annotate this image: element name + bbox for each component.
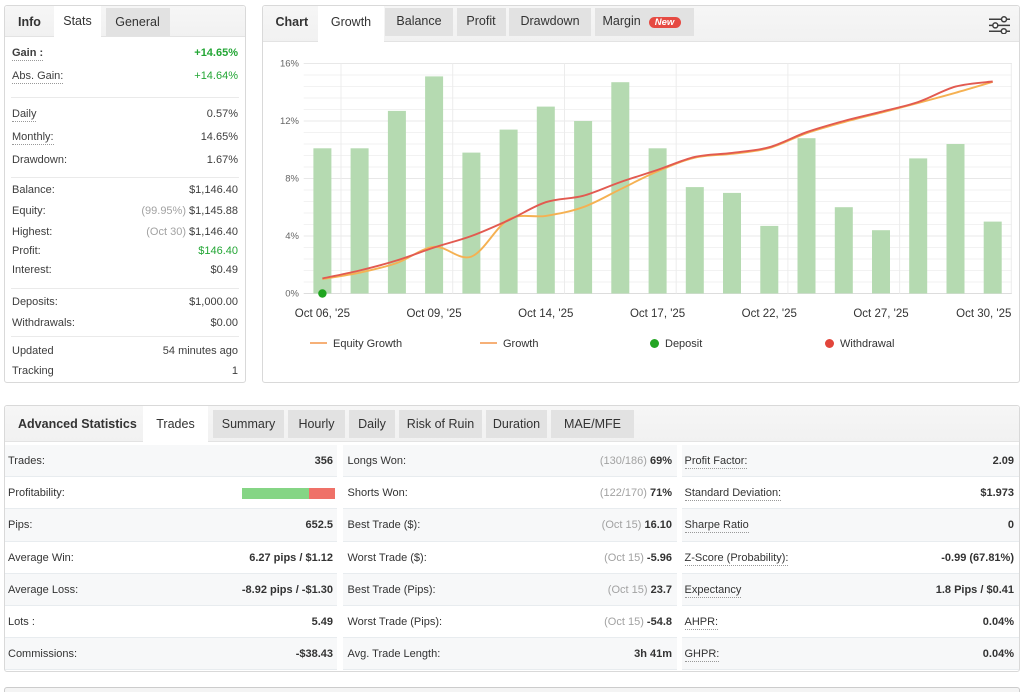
svg-text:Oct 09, '25: Oct 09, '25 [406, 308, 461, 320]
svg-text:Oct 06, '25: Oct 06, '25 [295, 308, 350, 320]
svg-text:8%: 8% [285, 174, 299, 185]
svg-text:Oct 27, '25: Oct 27, '25 [853, 308, 908, 320]
svg-text:Oct 14, '25: Oct 14, '25 [518, 308, 573, 320]
svg-text:0%: 0% [285, 289, 299, 300]
svg-text:Oct 17, '25: Oct 17, '25 [630, 308, 685, 320]
svg-text:16%: 16% [280, 59, 300, 70]
svg-text:Oct 30, '25: Oct 30, '25 [956, 308, 1011, 320]
svg-text:Oct 22, '25: Oct 22, '25 [742, 308, 797, 320]
svg-text:4%: 4% [285, 231, 299, 242]
svg-text:12%: 12% [280, 116, 300, 127]
